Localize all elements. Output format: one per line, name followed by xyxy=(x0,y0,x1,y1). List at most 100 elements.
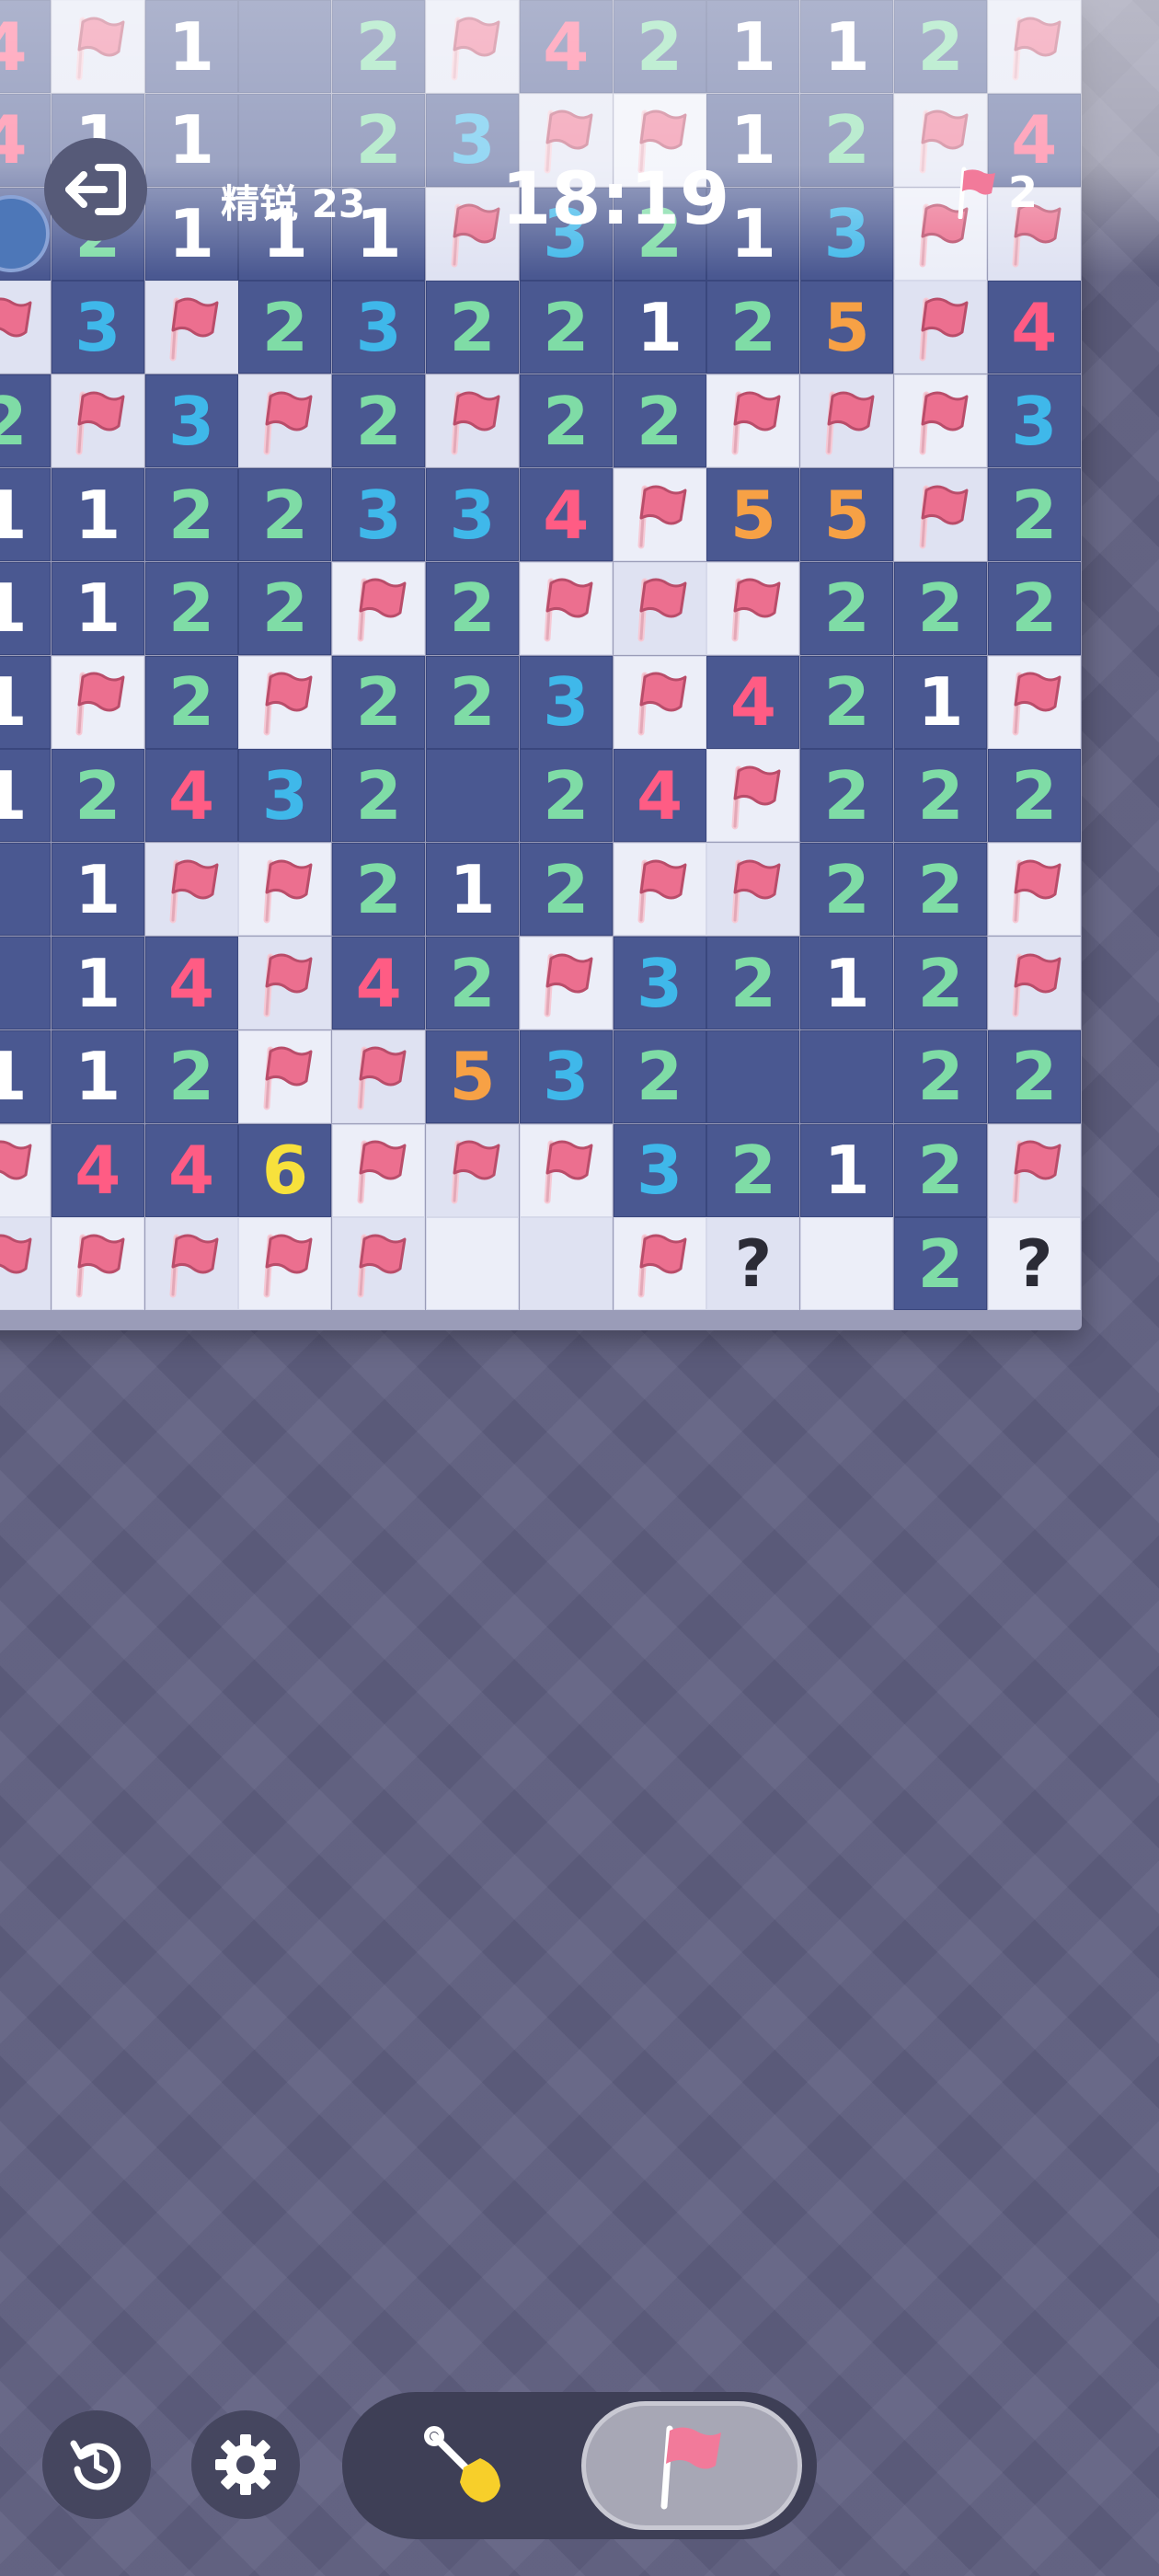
number-cell[interactable]: 4 xyxy=(144,749,238,843)
flagged-cell[interactable] xyxy=(426,374,519,468)
number-cell[interactable]: 3 xyxy=(332,281,426,374)
flagged-cell[interactable] xyxy=(238,374,332,468)
number-cell[interactable]: 2 xyxy=(519,843,613,937)
number-cell[interactable]: 2 xyxy=(144,468,238,561)
flagged-cell[interactable] xyxy=(706,374,800,468)
number-cell[interactable]: 1 xyxy=(0,561,51,655)
number-cell[interactable]: 4 xyxy=(144,1123,238,1217)
exit-button[interactable] xyxy=(44,138,147,241)
flagged-cell[interactable] xyxy=(987,843,1081,937)
number-cell[interactable]: 2 xyxy=(332,374,426,468)
settings-button[interactable] xyxy=(191,2410,300,2519)
number-cell[interactable]: 2 xyxy=(800,843,894,937)
number-cell[interactable]: 2 xyxy=(332,0,426,93)
number-cell[interactable]: 2 xyxy=(144,655,238,749)
number-cell[interactable]: 1 xyxy=(800,1123,894,1217)
number-cell[interactable]: 2 xyxy=(800,561,894,655)
number-cell[interactable]: 2 xyxy=(51,749,144,843)
empty-cell[interactable] xyxy=(426,749,519,843)
number-cell[interactable]: 6 xyxy=(238,1123,332,1217)
number-cell[interactable]: 2 xyxy=(894,561,987,655)
flagged-cell[interactable] xyxy=(987,937,1081,1029)
number-cell[interactable]: 2 xyxy=(800,93,894,187)
flagged-cell[interactable] xyxy=(613,655,706,749)
number-cell[interactable]: 3 xyxy=(519,1029,613,1123)
question-cell[interactable]: ? xyxy=(987,1217,1081,1311)
empty-cell[interactable] xyxy=(706,1029,800,1123)
number-cell[interactable]: 3 xyxy=(613,937,706,1029)
number-cell[interactable]: 2 xyxy=(894,843,987,937)
number-cell[interactable]: 2 xyxy=(894,1029,987,1123)
flagged-cell[interactable] xyxy=(238,1217,332,1311)
flagged-cell[interactable] xyxy=(0,1123,51,1217)
flagged-cell[interactable] xyxy=(332,1029,426,1123)
number-cell[interactable]: 4 xyxy=(0,0,51,93)
number-cell[interactable]: 2 xyxy=(238,281,332,374)
flagged-cell[interactable] xyxy=(238,937,332,1029)
flagged-cell[interactable] xyxy=(613,468,706,561)
number-cell[interactable]: 3 xyxy=(987,374,1081,468)
number-cell[interactable]: 2 xyxy=(238,468,332,561)
number-cell[interactable]: 1 xyxy=(894,655,987,749)
restart-button[interactable] xyxy=(42,2410,151,2519)
flagged-cell[interactable] xyxy=(51,374,144,468)
flagged-cell[interactable] xyxy=(144,1217,238,1311)
number-cell[interactable]: 4 xyxy=(0,93,51,187)
number-cell[interactable]: 1 xyxy=(0,749,51,843)
flagged-cell[interactable] xyxy=(0,1217,51,1311)
number-cell[interactable]: 2 xyxy=(706,1123,800,1217)
question-cell[interactable]: ? xyxy=(706,1217,800,1311)
flagged-cell[interactable] xyxy=(426,1123,519,1217)
number-cell[interactable]: 2 xyxy=(238,561,332,655)
number-cell[interactable]: 2 xyxy=(0,374,51,468)
unopened-cell[interactable] xyxy=(800,1217,894,1311)
number-cell[interactable]: 2 xyxy=(894,1123,987,1217)
number-cell[interactable]: 4 xyxy=(51,1123,144,1217)
dig-mode-button[interactable] xyxy=(355,2401,576,2530)
number-cell[interactable]: 2 xyxy=(894,937,987,1029)
number-cell[interactable]: 3 xyxy=(426,468,519,561)
number-cell[interactable]: 2 xyxy=(426,655,519,749)
number-cell[interactable]: 1 xyxy=(51,937,144,1029)
flagged-cell[interactable] xyxy=(987,0,1081,93)
number-cell[interactable]: 5 xyxy=(800,468,894,561)
number-cell[interactable]: 1 xyxy=(51,1029,144,1123)
flagged-cell[interactable] xyxy=(706,561,800,655)
number-cell[interactable]: 1 xyxy=(800,0,894,93)
number-cell[interactable]: 5 xyxy=(426,1029,519,1123)
unopened-cell[interactable] xyxy=(519,1217,613,1311)
number-cell[interactable]: 2 xyxy=(332,655,426,749)
number-cell[interactable]: 2 xyxy=(706,937,800,1029)
number-cell[interactable]: 3 xyxy=(613,1123,706,1217)
number-cell[interactable]: 4 xyxy=(987,281,1081,374)
flagged-cell[interactable] xyxy=(332,1217,426,1311)
number-cell[interactable]: 2 xyxy=(894,1217,987,1311)
flagged-cell[interactable] xyxy=(987,655,1081,749)
number-cell[interactable]: 1 xyxy=(0,1029,51,1123)
flagged-cell[interactable] xyxy=(800,374,894,468)
flagged-cell[interactable] xyxy=(519,561,613,655)
number-cell[interactable]: 3 xyxy=(51,281,144,374)
flagged-cell[interactable] xyxy=(426,0,519,93)
flagged-cell[interactable] xyxy=(144,281,238,374)
flagged-cell[interactable] xyxy=(51,1217,144,1311)
flagged-cell[interactable] xyxy=(613,561,706,655)
flagged-cell[interactable] xyxy=(519,1123,613,1217)
flagged-cell[interactable] xyxy=(987,1123,1081,1217)
number-cell[interactable]: 3 xyxy=(238,749,332,843)
number-cell[interactable]: 2 xyxy=(519,374,613,468)
number-cell[interactable]: 4 xyxy=(519,468,613,561)
flagged-cell[interactable] xyxy=(238,1029,332,1123)
number-cell[interactable]: 2 xyxy=(144,561,238,655)
flagged-cell[interactable] xyxy=(332,561,426,655)
number-cell[interactable]: 1 xyxy=(51,561,144,655)
flagged-cell[interactable] xyxy=(894,281,987,374)
number-cell[interactable]: 2 xyxy=(426,561,519,655)
number-cell[interactable]: 2 xyxy=(987,1029,1081,1123)
number-cell[interactable]: 5 xyxy=(800,281,894,374)
number-cell[interactable]: 2 xyxy=(800,655,894,749)
number-cell[interactable]: 2 xyxy=(987,468,1081,561)
number-cell[interactable]: 1 xyxy=(0,655,51,749)
flagged-cell[interactable] xyxy=(51,0,144,93)
number-cell[interactable]: 2 xyxy=(613,0,706,93)
